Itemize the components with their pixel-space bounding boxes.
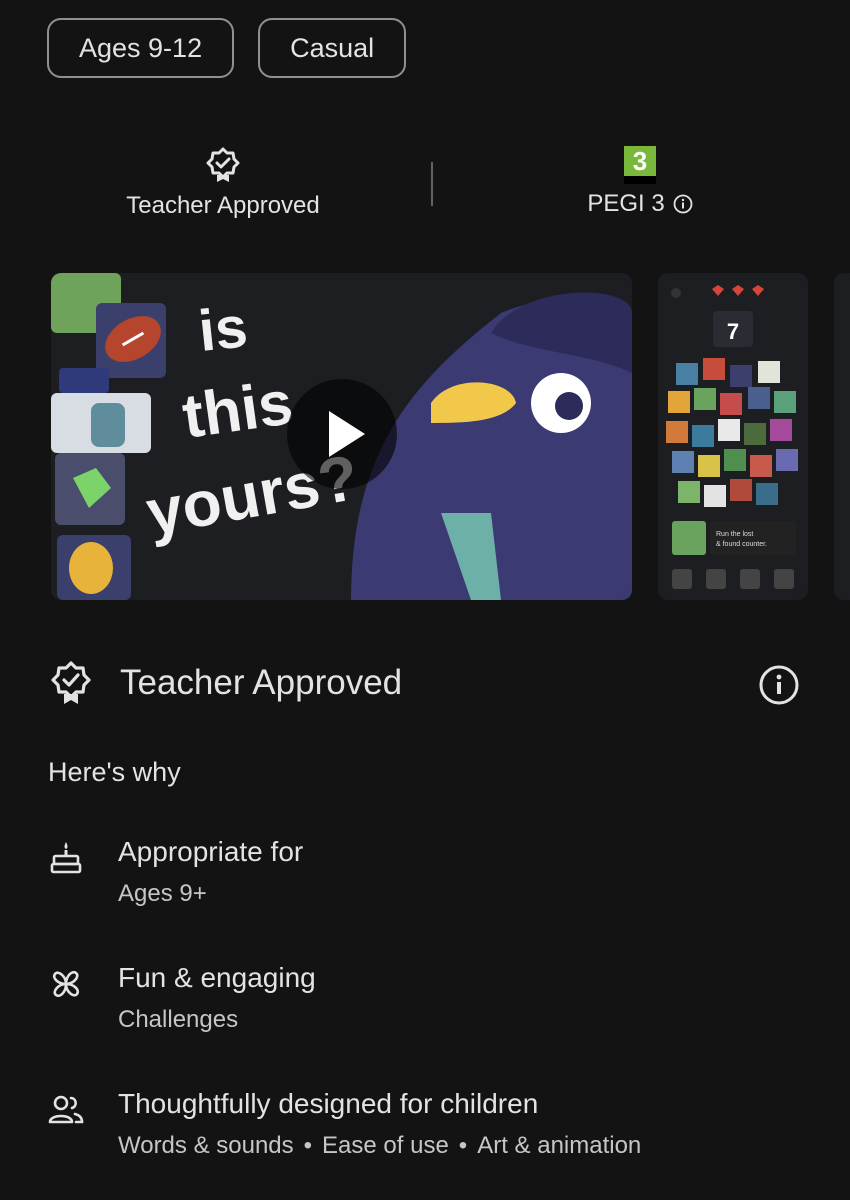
pegi-badge[interactable]: 3 PEGI 3 bbox=[560, 146, 720, 218]
reason-title: Appropriate for bbox=[118, 836, 304, 867]
screenshot-caption-2: & found counter. bbox=[716, 541, 767, 548]
video-text-line2: this bbox=[178, 368, 297, 452]
screenshot-caption-1: Run the lost bbox=[716, 531, 753, 538]
teacher-approved-label: Teacher Approved bbox=[126, 192, 320, 219]
section-title: Teacher Approved bbox=[120, 663, 403, 702]
reason-details: Words & sounds • Ease of use • Art & animati… bbox=[118, 1132, 641, 1160]
badges-row: Teacher Approved 3 PEGI 3 bbox=[0, 140, 850, 240]
teacher-approved-badge[interactable]: Teacher Approved bbox=[120, 146, 326, 220]
reason-detail: Art & animation bbox=[477, 1132, 642, 1159]
info-icon[interactable] bbox=[758, 664, 800, 706]
info-icon[interactable] bbox=[673, 194, 693, 214]
reason-detail: Challenges bbox=[118, 1006, 239, 1033]
video-text-line1: is bbox=[196, 294, 251, 364]
teacher-approved-section-icon bbox=[51, 661, 91, 704]
cake-icon bbox=[50, 842, 82, 874]
separator-dot: • bbox=[303, 1132, 313, 1159]
pegi-rating-icon: 3 bbox=[624, 146, 656, 184]
chip-casual[interactable]: Casual bbox=[258, 18, 407, 78]
pegi-label: PEGI 3 bbox=[587, 190, 665, 217]
screenshot-2[interactable] bbox=[834, 273, 850, 600]
reason-detail: Words & sounds bbox=[118, 1132, 294, 1159]
reason-detail: Ease of use bbox=[322, 1132, 449, 1159]
screenshot-1-image: 7 Run the lost & found counter. bbox=[666, 285, 798, 589]
trailer-video[interactable]: is this yours? bbox=[51, 273, 632, 600]
screenshot-1[interactable]: 7 Run the lost & found counter. bbox=[658, 273, 808, 600]
badge-divider bbox=[431, 162, 433, 206]
chip-ages[interactable]: Ages 9-12 bbox=[47, 18, 235, 78]
teacher-approved-icon bbox=[206, 147, 240, 182]
category-chips: Ages 9-12 Casual bbox=[47, 18, 407, 78]
reason-title: Fun & engaging bbox=[118, 962, 316, 993]
people-icon bbox=[48, 1095, 84, 1124]
screenshot-counter: 7 bbox=[727, 319, 739, 344]
reason-detail: Ages 9+ bbox=[118, 880, 207, 907]
reason-title: Thoughtfully designed for children bbox=[118, 1088, 539, 1119]
trailer-thumbnail: is this yours? bbox=[51, 273, 632, 600]
media-carousel[interactable]: is this yours? 7 Run the lost & found co… bbox=[51, 273, 850, 601]
heres-why-heading: Here's why bbox=[48, 757, 181, 787]
separator-dot: • bbox=[458, 1132, 468, 1159]
pinwheel-icon bbox=[52, 970, 80, 998]
teacher-approved-section: Teacher Approved bbox=[50, 660, 800, 706]
